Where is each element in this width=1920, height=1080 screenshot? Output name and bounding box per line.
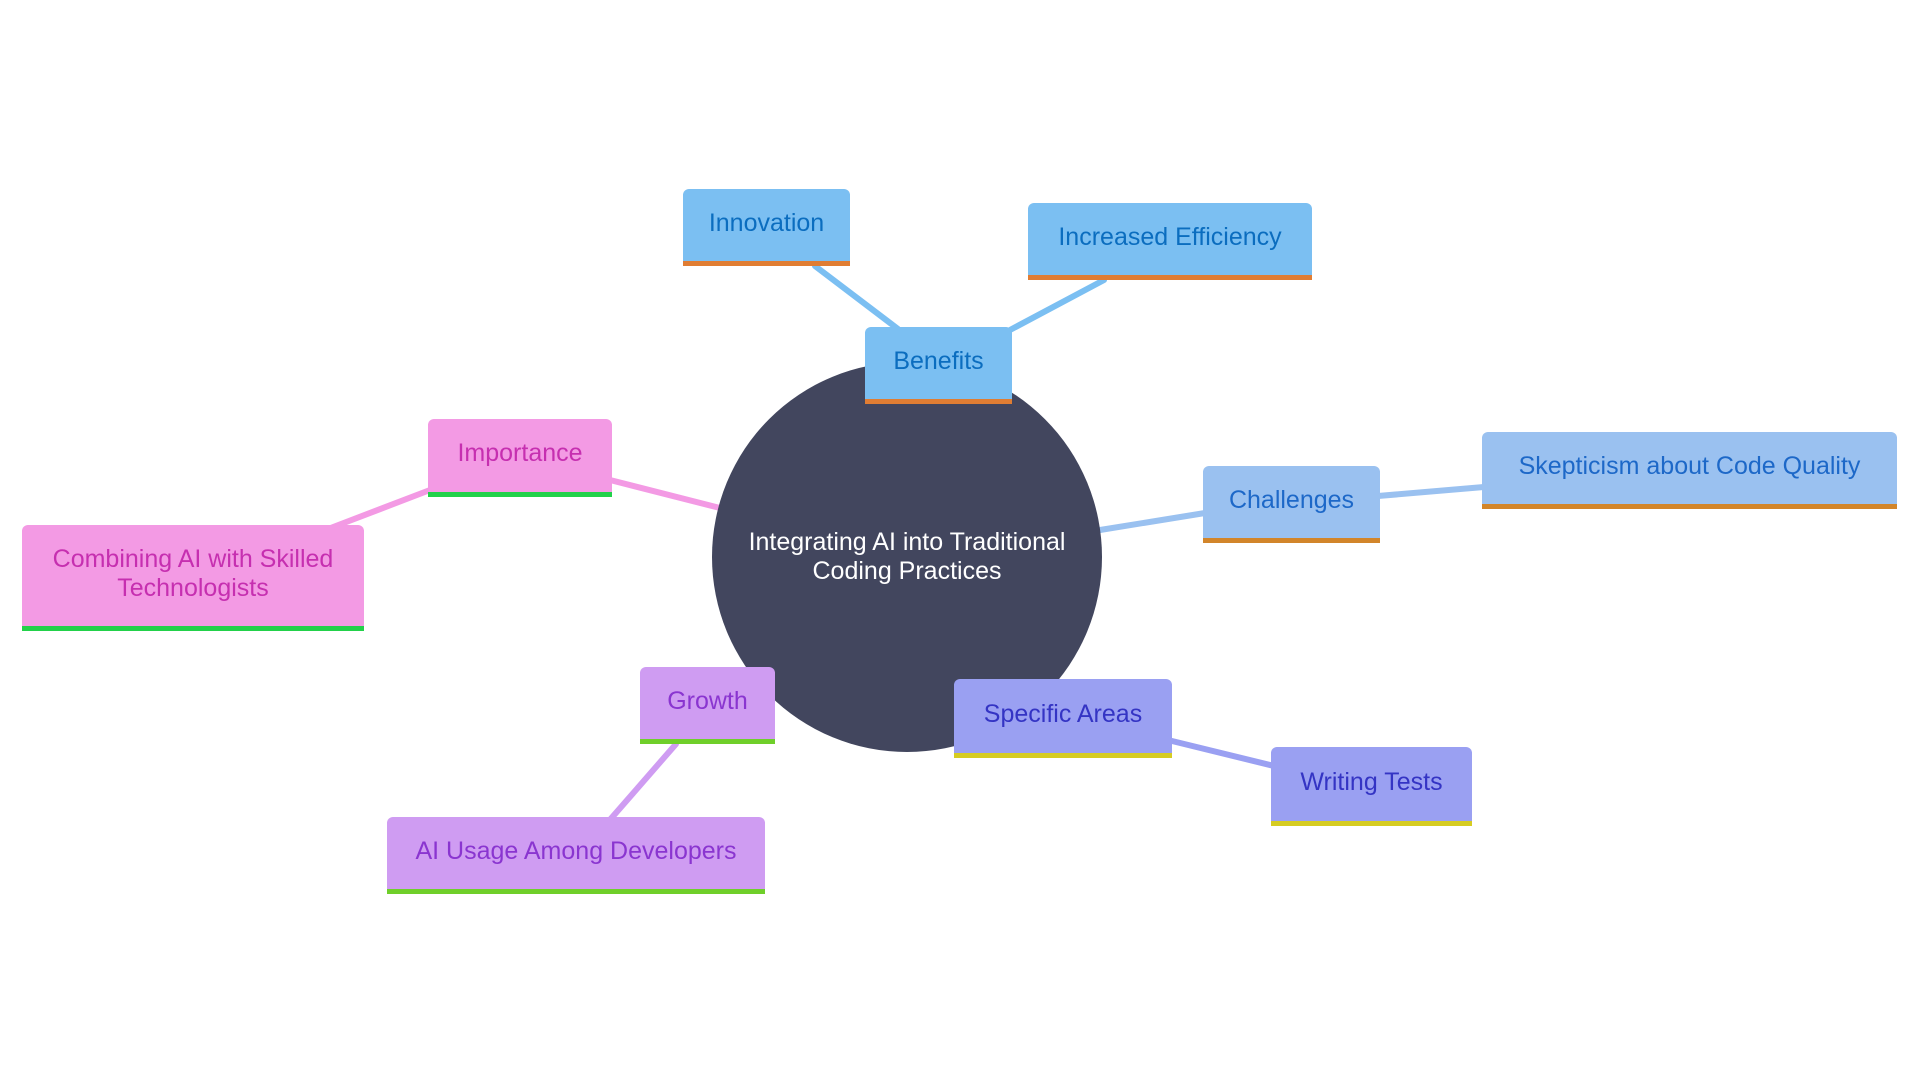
- node-specific-areas[interactable]: Specific Areas: [954, 679, 1172, 758]
- node-increased-efficiency[interactable]: Increased Efficiency: [1028, 203, 1312, 280]
- node-increased-efficiency-label: Increased Efficiency: [1058, 222, 1282, 251]
- node-importance-label: Importance: [457, 439, 583, 467]
- node-combining[interactable]: Combining AI with Skilled Technologists: [22, 525, 364, 631]
- edge-challenges-skepticism: [1375, 484, 1487, 499]
- node-innovation[interactable]: Innovation: [683, 189, 850, 266]
- edge-benefits-efficiency: [1007, 277, 1107, 333]
- edge-root-challenges: [1097, 510, 1208, 533]
- node-specific-areas-label: Specific Areas: [983, 699, 1143, 728]
- edge-growth-usage: [605, 741, 679, 825]
- node-ai-usage[interactable]: AI Usage Among Developers: [387, 817, 765, 894]
- edge-benefits-innovation: [812, 263, 901, 332]
- edge-root-importance: [607, 477, 723, 511]
- node-writing-tests-label: Writing Tests: [1300, 767, 1443, 796]
- node-challenges-label: Challenges: [1228, 485, 1355, 514]
- node-innovation-label: Innovation: [708, 208, 825, 237]
- root-label: Integrating AI into Traditional Coding P…: [748, 528, 1066, 585]
- node-writing-tests[interactable]: Writing Tests: [1271, 747, 1472, 826]
- edge-importance-combining: [325, 487, 433, 532]
- node-benefits-label: Benefits: [893, 346, 984, 375]
- node-skepticism[interactable]: Skepticism about Code Quality: [1482, 432, 1897, 509]
- node-benefits[interactable]: Benefits: [865, 327, 1012, 404]
- node-growth-label: Growth: [667, 686, 748, 715]
- node-skepticism-label: Skepticism about Code Quality: [1518, 451, 1861, 480]
- edge-specific-tests: [1169, 738, 1277, 769]
- node-growth[interactable]: Growth: [640, 667, 775, 744]
- node-challenges[interactable]: Challenges: [1203, 466, 1380, 543]
- node-importance[interactable]: Importance: [428, 419, 612, 497]
- node-combining-label: Combining AI with Skilled Technologists: [52, 544, 334, 602]
- node-ai-usage-label: AI Usage Among Developers: [415, 836, 737, 865]
